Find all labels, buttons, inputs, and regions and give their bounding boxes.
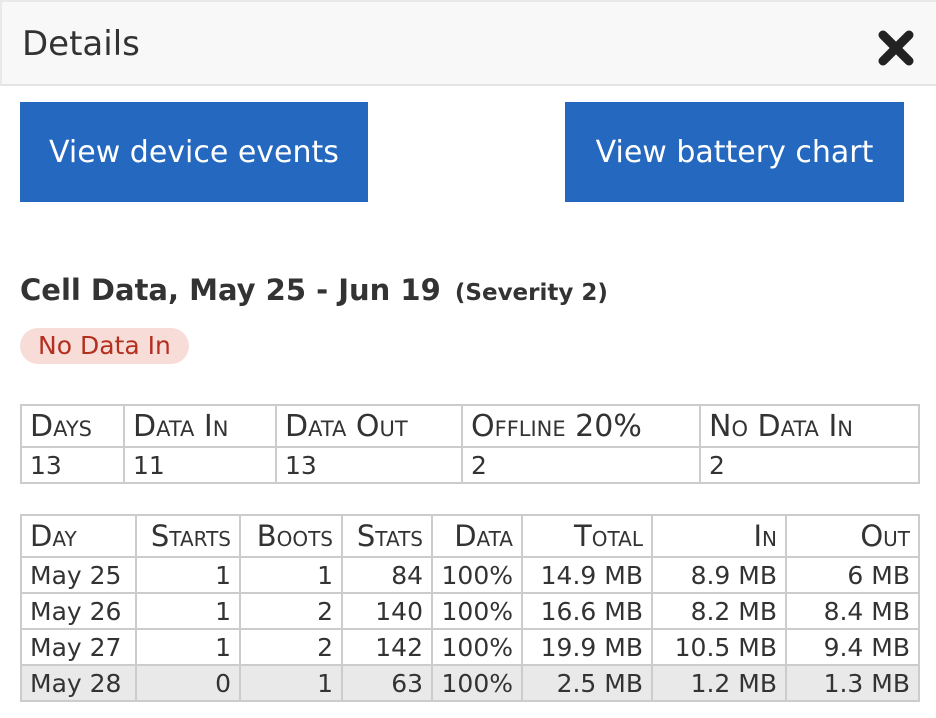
table-row-highlighted[interactable]: May 28 0 1 63 100% 2.5 MB 1.2 MB 1.3 MB [20, 664, 920, 702]
data-cell: 100% [431, 628, 523, 666]
out-cell: 8.4 MB [785, 592, 920, 630]
summary-value-cell: 2 [461, 446, 701, 484]
starts-cell: 1 [135, 628, 241, 666]
summary-header-cell: Data Out [275, 404, 463, 448]
table-row[interactable]: May 25 1 1 84 100% 14.9 MB 8.9 MB 6 MB [20, 556, 920, 594]
summary-value-row: 13 11 13 2 2 [20, 446, 920, 484]
summary-table: Days Data In Data Out Offline 20% No Dat… [20, 404, 920, 484]
data-cell: 100% [431, 664, 523, 702]
daily-header-cell: Starts [135, 514, 241, 558]
table-row[interactable]: May 26 1 2 140 100% 16.6 MB 8.2 MB 8.4 M… [20, 592, 920, 630]
summary-value-cell: 13 [20, 446, 125, 484]
daily-header-cell: Day [20, 514, 137, 558]
severity-label: (Severity 2) [454, 280, 608, 306]
in-cell: 8.9 MB [651, 556, 787, 594]
panel-body: View device events View battery chart Ce… [0, 102, 936, 702]
summary-value-cell: 13 [275, 446, 463, 484]
daily-header-cell: Stats [341, 514, 433, 558]
daily-header-cell: In [651, 514, 787, 558]
in-cell: 10.5 MB [651, 628, 787, 666]
status-badge: No Data In [20, 328, 189, 364]
day-cell: May 27 [20, 628, 137, 666]
details-panel: Details View device events View battery … [0, 0, 936, 718]
boots-cell: 2 [239, 628, 343, 666]
out-cell: 1.3 MB [785, 664, 920, 702]
data-cell: 100% [431, 556, 523, 594]
view-battery-chart-button[interactable]: View battery chart [565, 102, 904, 202]
close-button[interactable] [876, 28, 916, 68]
cell-data-heading: Cell Data, May 25 - Jun 19 (Severity 2) [20, 272, 920, 308]
total-cell: 14.9 MB [521, 556, 653, 594]
total-cell: 16.6 MB [521, 592, 653, 630]
total-cell: 19.9 MB [521, 628, 653, 666]
day-cell: May 28 [20, 664, 137, 702]
starts-cell: 0 [135, 664, 241, 702]
boots-cell: 2 [239, 592, 343, 630]
panel-header: Details [0, 0, 936, 86]
daily-header-cell: Boots [239, 514, 343, 558]
action-buttons: View device events View battery chart [20, 102, 920, 202]
close-x-icon [878, 30, 914, 66]
cell-data-title: Cell Data, May 25 - Jun 19 [20, 273, 441, 307]
starts-cell: 1 [135, 592, 241, 630]
in-cell: 1.2 MB [651, 664, 787, 702]
daily-stats-table: Day Starts Boots Stats Data Total In Out… [20, 514, 920, 702]
stats-cell: 84 [341, 556, 433, 594]
daily-header-cell: Data [431, 514, 523, 558]
stats-cell: 142 [341, 628, 433, 666]
table-row[interactable]: May 27 1 2 142 100% 19.9 MB 10.5 MB 9.4 … [20, 628, 920, 666]
summary-value-cell: 11 [123, 446, 277, 484]
data-cell: 100% [431, 592, 523, 630]
day-cell: May 26 [20, 592, 137, 630]
out-cell: 6 MB [785, 556, 920, 594]
panel-title: Details [22, 24, 140, 64]
day-cell: May 25 [20, 556, 137, 594]
summary-value-cell: 2 [699, 446, 920, 484]
summary-header-cell: Data In [123, 404, 277, 448]
summary-header-cell: Days [20, 404, 125, 448]
out-cell: 9.4 MB [785, 628, 920, 666]
summary-header-row: Days Data In Data Out Offline 20% No Dat… [20, 404, 920, 448]
total-cell: 2.5 MB [521, 664, 653, 702]
stats-cell: 140 [341, 592, 433, 630]
daily-header-cell: Total [521, 514, 653, 558]
boots-cell: 1 [239, 556, 343, 594]
daily-header-cell: Out [785, 514, 920, 558]
starts-cell: 1 [135, 556, 241, 594]
boots-cell: 1 [239, 664, 343, 702]
stats-cell: 63 [341, 664, 433, 702]
summary-header-cell: No Data In [699, 404, 920, 448]
daily-header-row: Day Starts Boots Stats Data Total In Out [20, 514, 920, 558]
in-cell: 8.2 MB [651, 592, 787, 630]
summary-header-cell: Offline 20% [461, 404, 701, 448]
view-device-events-button[interactable]: View device events [20, 102, 368, 202]
